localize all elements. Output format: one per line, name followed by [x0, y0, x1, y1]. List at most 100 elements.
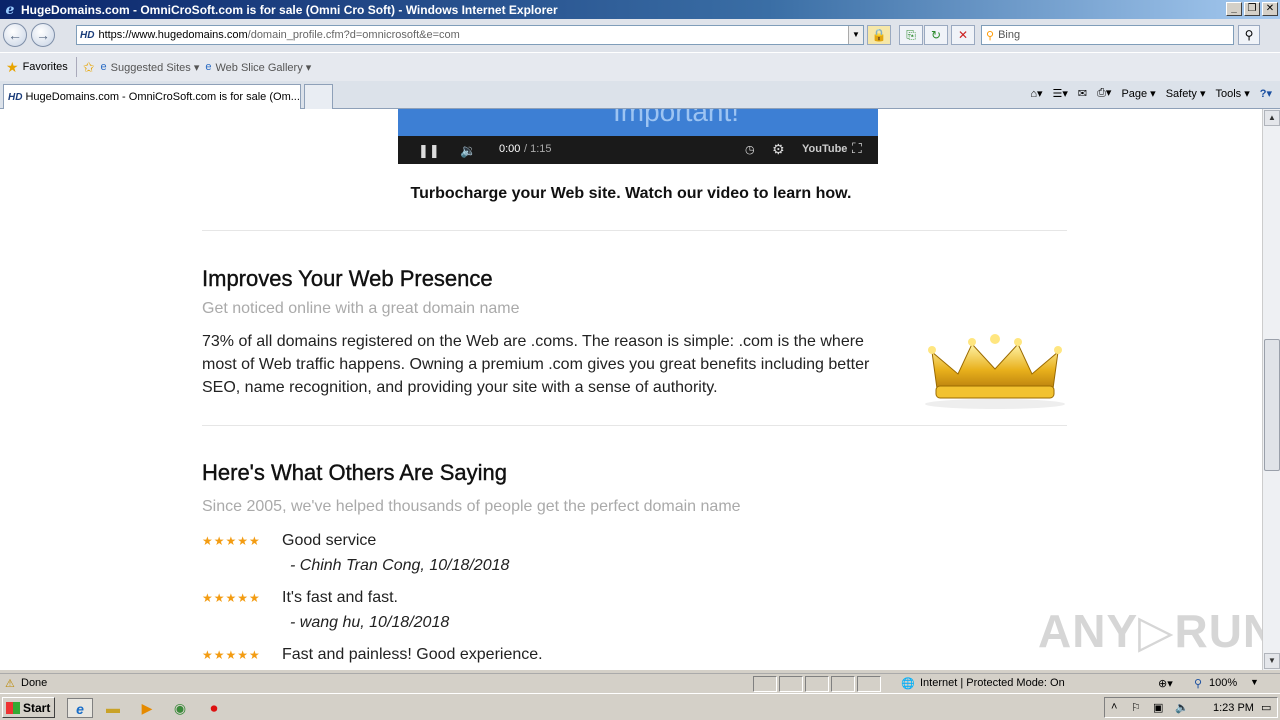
- tray-expand-icon[interactable]: ˄: [1111, 701, 1117, 713]
- star-rating: ★★★★★: [202, 534, 261, 548]
- separator: [75, 57, 77, 77]
- forward-button[interactable]: →: [31, 23, 55, 47]
- home-icon[interactable]: ⌂▾: [1030, 87, 1042, 100]
- watch-later-icon[interactable]: ◷: [745, 143, 755, 156]
- window-titlebar: e HugeDomains.com - OmniCroSoft.com is f…: [0, 0, 1280, 19]
- video-caption: Turbocharge your Web site. Watch our vid…: [410, 185, 852, 202]
- zoom-dropdown-icon[interactable]: ▼: [1250, 677, 1259, 687]
- address-dropdown-icon[interactable]: ▼: [848, 26, 863, 44]
- search-button[interactable]: ⚲: [1238, 25, 1260, 45]
- favorites-star-icon: ★: [6, 58, 19, 75]
- feeds-icon[interactable]: ☰▾: [1053, 87, 1068, 100]
- video-controls: ❚❚ 🔉 0:00 / 1:15 ◷ ⚙ YouTube ⛶: [398, 136, 878, 164]
- warning-icon: ⚠: [5, 678, 15, 690]
- window-title: HugeDomains.com - OmniCroSoft.com is for…: [21, 2, 558, 17]
- anyrun-watermark: ANY▷RUN: [1038, 605, 1262, 657]
- ie-taskbar-icon[interactable]: e: [67, 698, 93, 718]
- favorites-button[interactable]: ★ Favorites: [6, 59, 68, 76]
- suggested-sites-label: Suggested Sites ▾: [110, 61, 200, 74]
- web-slice-gallery-link[interactable]: e Web Slice Gallery ▾: [205, 61, 311, 74]
- presence-subheading: Get noticed online with a great domain n…: [202, 300, 520, 317]
- pause-icon[interactable]: ❚❚: [418, 143, 440, 159]
- tab-row: HD HugeDomains.com - OmniCroSoft.com is …: [0, 81, 1280, 109]
- review-text: Fast and painless! Good experience.: [282, 646, 543, 663]
- star-rating: ★★★★★: [202, 591, 261, 605]
- youtube-video-player[interactable]: Important! ❚❚ 🔉 0:00 / 1:15 ◷ ⚙ YouTube …: [398, 109, 878, 164]
- page-content: Important! ❚❚ 🔉 0:00 / 1:15 ◷ ⚙ YouTube …: [0, 109, 1262, 670]
- address-bar[interactable]: HD https://www.hugedomains.com/domain_pr…: [76, 25, 864, 45]
- start-label: Start: [23, 700, 51, 715]
- review-text: Good service: [282, 532, 377, 549]
- review-author: - Chinh Tran Cong, 10/18/2018: [290, 557, 510, 574]
- close-window-button[interactable]: ✕: [1262, 2, 1278, 16]
- stop-button[interactable]: ✕: [951, 25, 975, 45]
- tools-menu[interactable]: Tools ▾: [1215, 87, 1249, 100]
- ie-page-icon: e: [100, 61, 107, 73]
- chrome-icon[interactable]: ◉: [170, 698, 190, 718]
- favorites-bar: ★ Favorites ✩ e Suggested Sites ▾ e Web …: [0, 52, 1280, 81]
- vertical-scrollbar[interactable]: ▲ ▼: [1262, 109, 1280, 670]
- zoom-level[interactable]: 100%: [1209, 677, 1237, 689]
- page-menu[interactable]: Page ▾: [1121, 87, 1155, 100]
- tab-favicon-icon: HD: [8, 91, 23, 103]
- volume-icon[interactable]: 🔈: [1175, 701, 1189, 714]
- url-path: /domain_profile.cfm?d=omnicrosoft&e=com: [247, 29, 460, 41]
- address-toolbar: ← → HD https://www.hugedomains.com/domai…: [0, 19, 1280, 52]
- windows-logo-icon: [6, 701, 20, 714]
- mail-icon[interactable]: ✉: [1078, 87, 1087, 100]
- web-slice-gallery-label: Web Slice Gallery ▾: [215, 61, 312, 74]
- action-center-flag-icon[interactable]: ⚐: [1131, 701, 1141, 714]
- security-zone[interactable]: Internet | Protected Mode: On: [920, 677, 1065, 689]
- tab-label: HugeDomains.com - OmniCroSoft.com is for…: [25, 91, 300, 103]
- status-panel: [753, 676, 777, 692]
- video-frame: Important!: [398, 109, 878, 136]
- review-item: ★★★★★ Fast and painless! Good experience.: [202, 646, 543, 664]
- fullscreen-icon[interactable]: ⛶: [852, 140, 862, 157]
- new-tab-button[interactable]: [304, 84, 333, 109]
- crown-image: [925, 334, 1065, 409]
- network-icon[interactable]: ▣: [1153, 701, 1163, 714]
- settings-gear-icon[interactable]: ⚙: [772, 141, 785, 158]
- globe-icon: 🌐: [901, 678, 915, 690]
- video-current-time: 0:00: [499, 143, 521, 155]
- print-icon[interactable]: ⎙▾: [1097, 86, 1111, 100]
- url-host: https://www.hugedomains.com: [98, 29, 248, 41]
- safety-menu[interactable]: Safety ▾: [1166, 87, 1206, 100]
- back-button[interactable]: ←: [3, 23, 27, 47]
- scroll-down-icon[interactable]: ▼: [1264, 653, 1280, 669]
- review-text: It's fast and fast.: [282, 589, 398, 606]
- scroll-up-icon[interactable]: ▲: [1264, 110, 1280, 126]
- video-total-time: / 1:15: [524, 143, 552, 155]
- status-text: Done: [21, 677, 48, 689]
- minimize-button[interactable]: _: [1226, 2, 1242, 16]
- suggested-sites-link[interactable]: e Suggested Sites ▾: [101, 61, 200, 74]
- add-favorites-icon: ✩: [82, 58, 95, 75]
- testimonials-heading: Here's What Others Are Saying: [202, 460, 507, 485]
- start-button[interactable]: Start: [2, 697, 55, 718]
- video-overlay-text: Important!: [613, 109, 740, 127]
- help-icon[interactable]: ?▾: [1260, 87, 1272, 100]
- status-panel: [831, 676, 855, 692]
- refresh-button[interactable]: ↻: [924, 25, 948, 45]
- volume-icon[interactable]: 🔉: [460, 143, 476, 159]
- tab-hugedomains[interactable]: HD HugeDomains.com - OmniCroSoft.com is …: [3, 84, 301, 109]
- search-input[interactable]: ⚲ Bing: [981, 25, 1234, 45]
- restore-button[interactable]: ❐: [1244, 2, 1260, 16]
- star-rating: ★★★★★: [202, 648, 261, 662]
- status-bar: ⚠ Done 🌐 Internet | Protected Mode: On ⊕…: [0, 673, 1280, 693]
- media-player-icon[interactable]: ▶: [137, 698, 157, 718]
- clock[interactable]: 1:23 PM: [1213, 702, 1254, 714]
- add-to-favorites-button[interactable]: ✩: [83, 59, 95, 76]
- status-panel: [779, 676, 803, 692]
- scrollbar-thumb[interactable]: [1264, 339, 1280, 471]
- protected-mode-icon[interactable]: ⊕▾: [1158, 677, 1173, 690]
- compatibility-view-button[interactable]: ⎘: [899, 25, 923, 45]
- youtube-logo[interactable]: YouTube: [802, 143, 847, 155]
- presence-heading: Improves Your Web Presence: [202, 266, 493, 291]
- lock-icon[interactable]: 🔒: [867, 25, 891, 45]
- stop-sign-icon[interactable]: ⏺: [204, 698, 224, 718]
- divider: [202, 230, 1067, 231]
- show-desktop-icon[interactable]: ▭: [1261, 701, 1271, 714]
- ie-page-icon: e: [205, 61, 212, 73]
- explorer-folder-icon[interactable]: ▬: [103, 698, 123, 718]
